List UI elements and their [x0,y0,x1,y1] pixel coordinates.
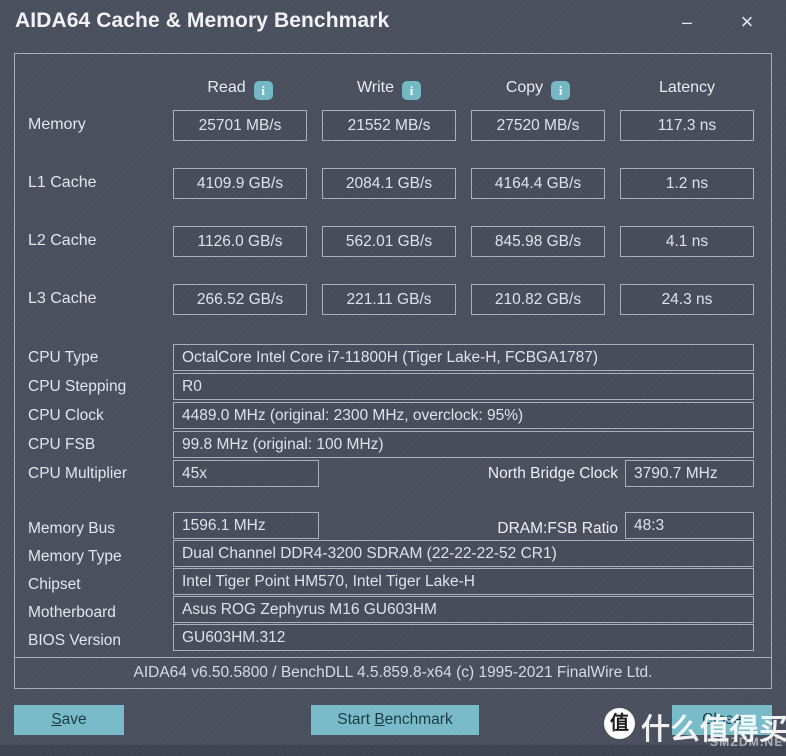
cell-memory-latency: 117.3 ns [620,110,754,141]
bottom-strip [0,745,786,756]
column-header-read: Read i [175,76,305,100]
save-button[interactable]: Save [14,705,124,735]
column-header-write: Write i [324,76,454,100]
value-memory-type: Dual Channel DDR4-3200 SDRAM (22-22-22-5… [173,540,754,567]
value-cpu-clock: 4489.0 MHz (original: 2300 MHz, overcloc… [173,402,754,429]
cell-memory-copy: 27520 MB/s [471,110,605,141]
row-label-l2-cache: L2 Cache [28,232,97,249]
label-cpu-type: CPU Type [28,349,99,366]
start-label-rest: enchmark [384,711,453,728]
value-memory-bus: 1596.1 MHz [173,512,319,539]
label-cpu-fsb: CPU FSB [28,436,96,453]
cell-memory-read: 25701 MB/s [173,110,307,141]
column-header-copy-label: Copy [505,79,544,96]
info-icon-write[interactable]: i [402,81,422,100]
save-label-rest: ave [61,711,87,728]
row-label-memory: Memory [28,116,86,133]
label-dram-fsb-ratio: DRAM:FSB Ratio [497,520,618,537]
label-memory-bus: Memory Bus [28,520,115,537]
row-label-l1-cache: L1 Cache [28,174,97,191]
start-accelerator: B [374,711,385,728]
cell-l1-latency: 1.2 ns [620,168,754,199]
cell-l2-read: 1126.0 GB/s [173,226,307,257]
column-header-write-label: Write [356,79,395,96]
label-cpu-stepping: CPU Stepping [28,378,127,395]
label-motherboard: Motherboard [28,604,116,621]
start-benchmark-button[interactable]: Start Benchmark [311,705,479,735]
cell-l2-copy: 845.98 GB/s [471,226,605,257]
label-cpu-multiplier: CPU Multiplier [28,465,128,482]
window-title: AIDA64 Cache & Memory Benchmark [15,9,390,32]
label-memory-type: Memory Type [28,548,122,565]
column-header-latency: Latency [622,76,752,100]
column-header-read-label: Read [207,79,246,96]
cell-l2-write: 562.01 GB/s [322,226,456,257]
cell-l3-write: 221.11 GB/s [322,284,456,315]
close-window-button[interactable]: × [730,6,764,38]
save-accelerator: S [51,711,62,728]
cell-l3-copy: 210.82 GB/s [471,284,605,315]
info-icon-read[interactable]: i [253,81,273,100]
cell-l3-read: 266.52 GB/s [173,284,307,315]
value-cpu-fsb: 99.8 MHz (original: 100 MHz) [173,431,754,458]
minimize-button[interactable]: – [670,6,704,38]
value-motherboard: Asus ROG Zephyrus M16 GU603HM [173,596,754,623]
close-button[interactable]: Close [672,705,772,735]
cell-l1-copy: 4164.4 GB/s [471,168,605,199]
value-cpu-multiplier: 45x [173,460,319,487]
version-info: AIDA64 v6.50.5800 / BenchDLL 4.5.859.8-x… [14,657,772,689]
label-bios-version: BIOS Version [28,632,122,649]
value-cpu-stepping: R0 [173,373,754,400]
cell-l2-latency: 4.1 ns [620,226,754,257]
column-header-latency-label: Latency [658,79,716,96]
value-dram-fsb-ratio: 48:3 [625,512,754,539]
value-bios-version: GU603HM.312 [173,624,754,651]
watermark-badge-icon: 值 [604,708,635,739]
cell-l1-write: 2084.1 GB/s [322,168,456,199]
aida64-benchmark-window: AIDA64 Cache & Memory Benchmark – × Read… [0,0,786,756]
value-north-bridge-clock: 3790.7 MHz [625,460,754,487]
label-cpu-clock: CPU Clock [28,407,104,424]
value-chipset: Intel Tiger Point HM570, Intel Tiger Lak… [173,568,754,595]
cell-l1-read: 4109.9 GB/s [173,168,307,199]
row-label-l3-cache: L3 Cache [28,290,97,307]
column-header-copy: Copy i [473,76,603,100]
title-bar: AIDA64 Cache & Memory Benchmark – × [0,0,786,44]
value-cpu-type: OctalCore Intel Core i7-11800H (Tiger La… [173,344,754,371]
cell-memory-write: 21552 MB/s [322,110,456,141]
label-north-bridge-clock: North Bridge Clock [487,465,618,482]
info-icon-copy[interactable]: i [551,81,571,100]
cell-l3-latency: 24.3 ns [620,284,754,315]
label-chipset: Chipset [28,576,81,593]
start-label-pre: Start [337,711,375,728]
